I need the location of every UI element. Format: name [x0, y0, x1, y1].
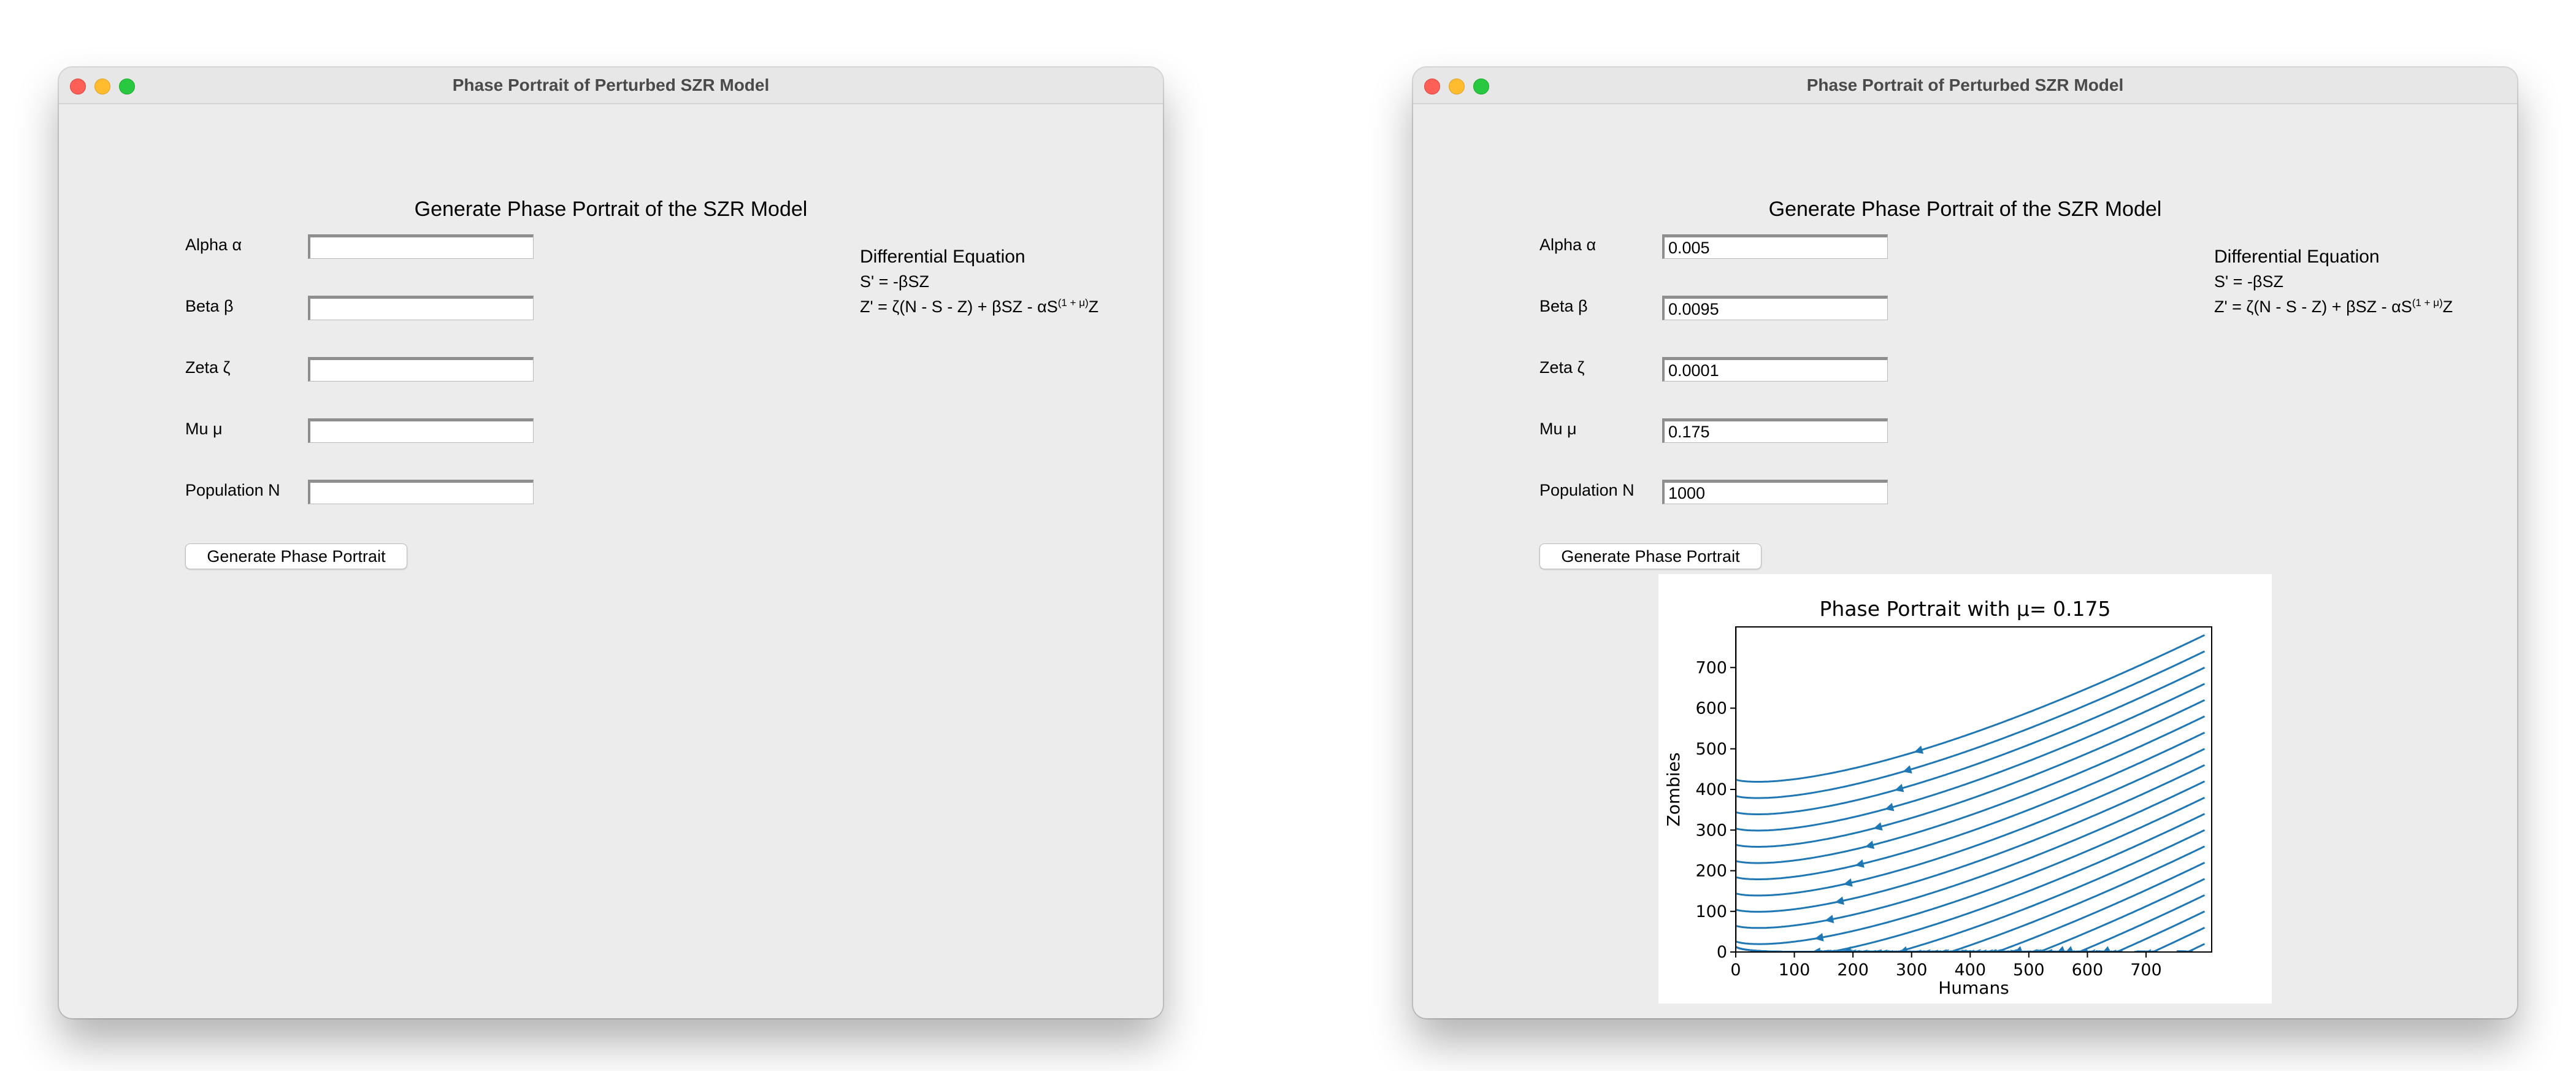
- stream-arrow: [1895, 783, 1904, 793]
- generate-phase-portrait-button[interactable]: Generate Phase Portrait: [185, 543, 407, 569]
- beta-input[interactable]: [1662, 296, 1888, 320]
- stream-arrow: [2065, 946, 2074, 952]
- zeta-input[interactable]: [1662, 357, 1888, 382]
- x-tick-label: 300: [1896, 961, 1928, 980]
- beta-label: Beta β: [185, 297, 234, 315]
- stream-arrow: [1961, 950, 1971, 952]
- x-axis-ticks: 0 100 200 300 400 500 600 700: [1730, 952, 2162, 980]
- population-label: Population N: [185, 481, 280, 499]
- x-tick-label: 400: [1954, 961, 1986, 980]
- stream-line: [1736, 627, 2206, 880]
- zeta-label: Zeta ζ: [185, 358, 231, 377]
- mu-input[interactable]: [1662, 418, 1888, 443]
- stream-arrow: [1814, 933, 1824, 942]
- window-title: Phase Portrait of Perturbed SZR Model: [1806, 75, 2124, 94]
- stream-arrow: [1885, 802, 1895, 812]
- stream-line: [1961, 878, 2206, 952]
- y-tick-label: 0: [1717, 943, 1727, 962]
- stream-line: [1736, 627, 2206, 952]
- stream-line: [1736, 627, 2206, 897]
- window-title: Phase Portrait of Perturbed SZR Model: [452, 75, 770, 94]
- equation-z-prime: Z' = ζ(N - S - Z) + βSZ - αS(1 + μ)Z: [2214, 297, 2453, 316]
- form-heading: Generate Phase Portrait of the SZR Model: [1768, 198, 2162, 221]
- phase-portrait-plot: 0 100 200 300 400 500 600 700 0 100 200 300 400 500 6…: [1663, 597, 2212, 998]
- mu-label: Mu μ: [185, 420, 223, 438]
- equation-title: Differential Equation: [860, 247, 1025, 267]
- y-axis-label: Zombies: [1663, 753, 1684, 827]
- stream-line: [2086, 910, 2206, 952]
- x-tick-label: 600: [2072, 961, 2104, 980]
- population-label: Population N: [1539, 481, 1635, 499]
- stream-arrow: [1825, 915, 1834, 924]
- stream-arrow: [2096, 950, 2106, 952]
- x-axis-label: Humans: [1938, 978, 2009, 998]
- app-window-empty: Phase Portrait of Perturbed SZR Model Ge…: [59, 67, 1163, 1018]
- x-tick-label: 100: [1779, 961, 1811, 980]
- zeta-label: Zeta ζ: [1539, 358, 1585, 377]
- alpha-label: Alpha α: [185, 236, 242, 254]
- x-tick-label: 500: [2013, 961, 2045, 980]
- y-tick-label: 200: [1695, 862, 1727, 881]
- equation-s-prime: S' = -βSZ: [860, 272, 929, 291]
- plot-frame: [1735, 626, 2212, 953]
- y-tick-label: 600: [1695, 699, 1727, 718]
- stream-line: [1736, 627, 2206, 783]
- stream-arrow: [1855, 859, 1865, 868]
- stream-lines: [1736, 627, 2206, 952]
- alpha-input[interactable]: [308, 234, 534, 259]
- stream-arrow: [1873, 822, 1883, 831]
- chart-title: Phase Portrait with μ= 0.175: [1820, 597, 2111, 621]
- mu-label: Mu μ: [1539, 420, 1577, 438]
- y-tick-label: 500: [1695, 740, 1727, 759]
- equation-z-prime: Z' = ζ(N - S - Z) + βSZ - αS(1 + μ)Z: [860, 297, 1099, 316]
- beta-label: Beta β: [1539, 297, 1588, 315]
- equation-title: Differential Equation: [2214, 247, 2380, 267]
- alpha-input[interactable]: [1662, 234, 1888, 259]
- y-tick-label: 400: [1695, 780, 1727, 799]
- zeta-input[interactable]: [308, 357, 534, 382]
- generate-phase-portrait-button[interactable]: Generate Phase Portrait: [1539, 543, 1761, 569]
- stream-line: [1736, 627, 2206, 815]
- phase-portrait-figure: 0 100 200 300 400 500 600 700 0 100 200 300 400 500 6…: [1658, 574, 2272, 1004]
- title-bar: Phase Portrait of Perturbed SZR Model: [1413, 67, 2517, 104]
- stream-arrow: [1843, 878, 1853, 887]
- stream-line: [1736, 627, 2206, 952]
- stream-arrows: [1811, 745, 2187, 952]
- y-axis-ticks: 0 100 200 300 400 500 600 700: [1695, 658, 1736, 962]
- mu-input[interactable]: [308, 418, 534, 443]
- alpha-label: Alpha α: [1539, 236, 1597, 254]
- x-tick-label: 700: [2130, 961, 2162, 980]
- title-bar: Phase Portrait of Perturbed SZR Model: [59, 67, 1163, 104]
- stream-arrow: [1953, 950, 1963, 952]
- population-input[interactable]: [1662, 480, 1888, 504]
- equation-s-prime: S' = -βSZ: [2214, 272, 2283, 291]
- app-window-with-plot: Phase Portrait of Perturbed SZR Model Ge…: [1413, 67, 2517, 1018]
- stream-line: [1736, 627, 2206, 952]
- stream-arrow: [1865, 840, 1875, 850]
- form-heading: Generate Phase Portrait of the SZR Model: [414, 198, 808, 221]
- y-tick-label: 100: [1695, 902, 1727, 921]
- stream-arrow: [2010, 950, 2020, 952]
- stream-arrow: [2057, 946, 2065, 952]
- beta-input[interactable]: [308, 296, 534, 320]
- x-tick-label: 200: [1837, 961, 1869, 980]
- stream-line: [1736, 627, 2206, 864]
- y-tick-label: 300: [1695, 821, 1727, 840]
- stream-line: [1736, 627, 2206, 799]
- population-input[interactable]: [308, 480, 534, 504]
- y-tick-label: 700: [1695, 658, 1727, 677]
- x-tick-label: 0: [1730, 961, 1741, 980]
- stream-arrow: [1834, 896, 1844, 905]
